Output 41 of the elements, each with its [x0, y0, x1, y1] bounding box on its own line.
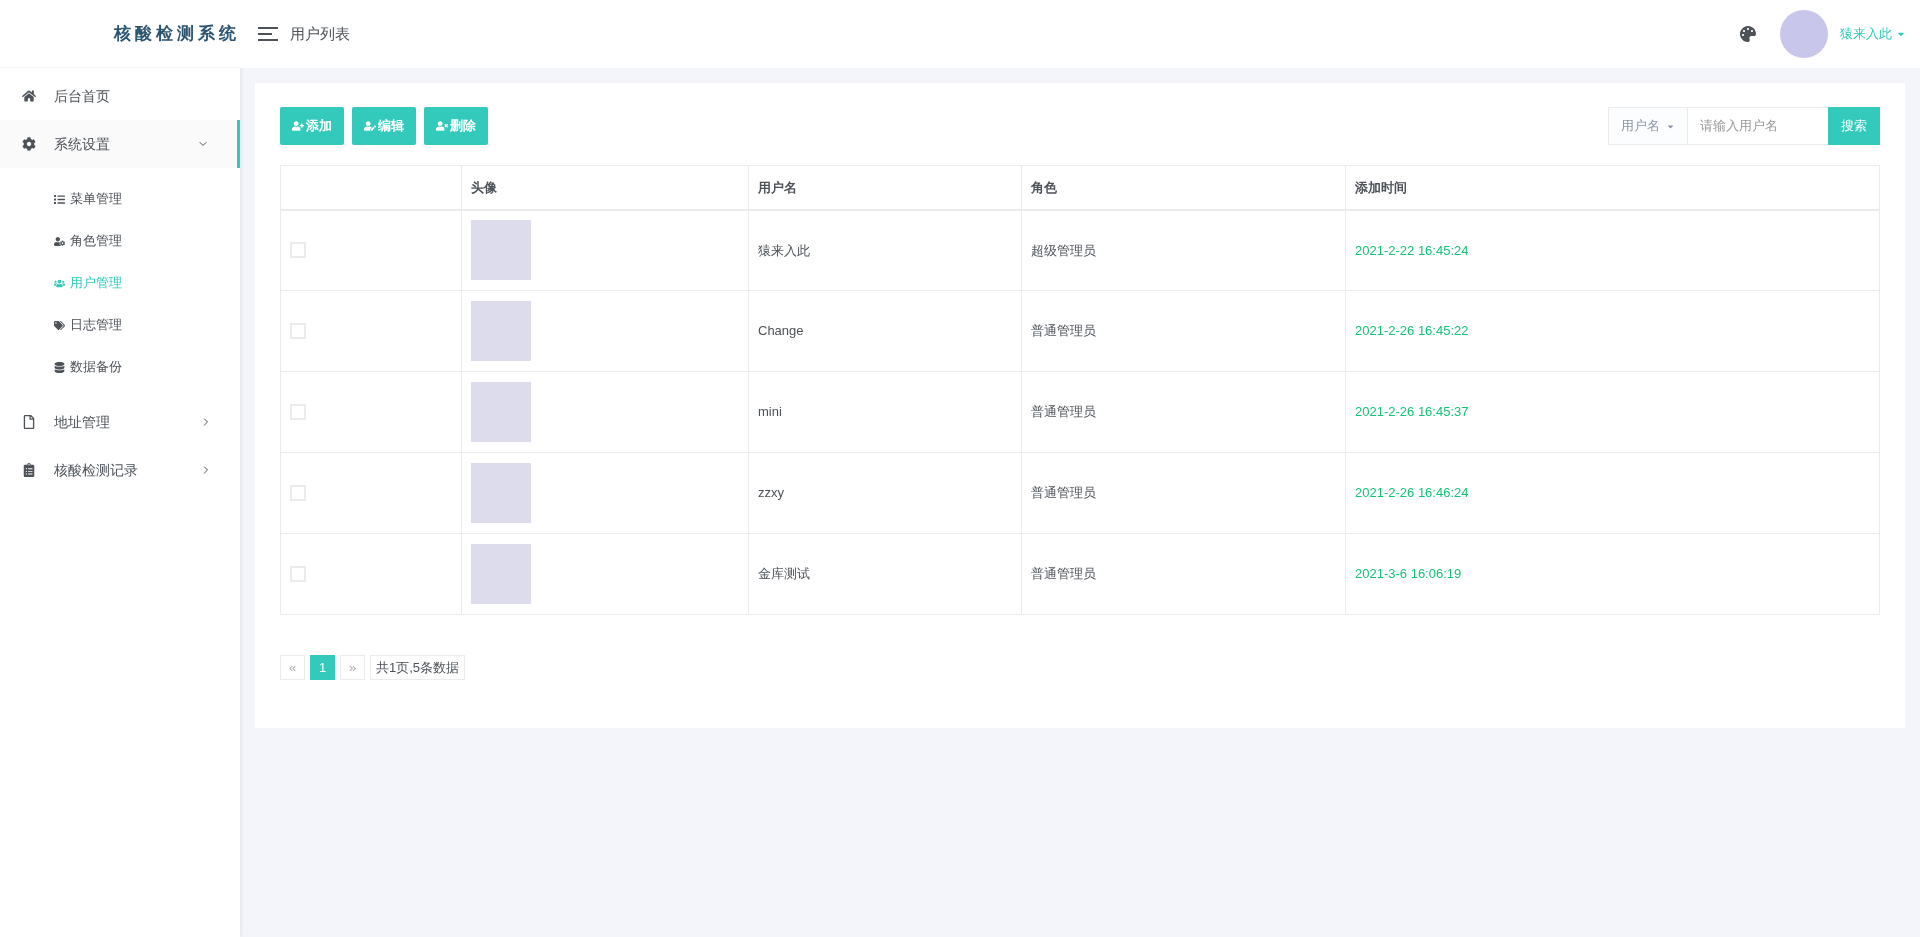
- page-title: 用户列表: [290, 23, 351, 44]
- column-header: 头像: [461, 165, 749, 210]
- submenu-item[interactable]: 角色管理: [0, 220, 240, 262]
- search-field[interactable]: 请输入用户名: [1688, 107, 1828, 145]
- search-button[interactable]: 搜索: [1828, 107, 1880, 145]
- submenu-item[interactable]: 菜单管理: [0, 178, 240, 220]
- filter-dropdown[interactable]: 用户名: [1608, 107, 1688, 145]
- sidebar-item[interactable]: 后台首页: [0, 72, 240, 120]
- role-cell: 普通管理员: [1021, 290, 1346, 372]
- time-cell: 2021-2-26 16:45:22: [1345, 290, 1880, 372]
- user-menu[interactable]: 猿来入此: [1840, 24, 1906, 44]
- logo-text: 核酸检测系统: [114, 21, 240, 45]
- sidebar-item[interactable]: 系统设置: [0, 120, 240, 168]
- submenu-item[interactable]: 数据备份: [0, 346, 240, 388]
- role-cell: 超级管理员: [1021, 209, 1346, 291]
- time-cell: 2021-2-26 16:45:37: [1345, 371, 1880, 453]
- username-cell: zzxy: [748, 452, 1022, 534]
- time-cell: 2021-3-6 16:06:19: [1345, 533, 1880, 615]
- username-cell: mini: [748, 371, 1022, 453]
- sidebar-item[interactable]: 地址管理: [0, 398, 240, 446]
- role-cell: 普通管理员: [1021, 533, 1346, 615]
- sidebar-item[interactable]: 核酸检测记录: [0, 446, 240, 494]
- time-cell: 2021-2-26 16:46:24: [1345, 452, 1880, 534]
- toolbar-button[interactable]: 添加: [280, 107, 344, 145]
- prev-page-button[interactable]: «: [280, 655, 305, 680]
- next-page-button[interactable]: »: [340, 655, 365, 680]
- submenu-item[interactable]: 用户管理: [0, 262, 240, 304]
- role-cell: 普通管理员: [1021, 452, 1346, 534]
- toolbar-button[interactable]: 编辑: [352, 107, 416, 145]
- username-cell: Change: [748, 290, 1022, 372]
- column-header: 角色: [1021, 165, 1346, 210]
- column-header: 添加时间: [1345, 165, 1880, 210]
- username-cell: 猿来入此: [748, 209, 1022, 291]
- submenu-item[interactable]: 日志管理: [0, 304, 240, 346]
- role-cell: 普通管理员: [1021, 371, 1346, 453]
- time-cell: 2021-2-22 16:45:24: [1345, 209, 1880, 291]
- page-button[interactable]: 1: [310, 655, 335, 680]
- toolbar-button[interactable]: 删除: [424, 107, 488, 145]
- column-header: 用户名: [748, 165, 1022, 210]
- page-summary: 共1页,5条数据: [370, 655, 466, 680]
- username-cell: 金库测试: [748, 533, 1022, 615]
